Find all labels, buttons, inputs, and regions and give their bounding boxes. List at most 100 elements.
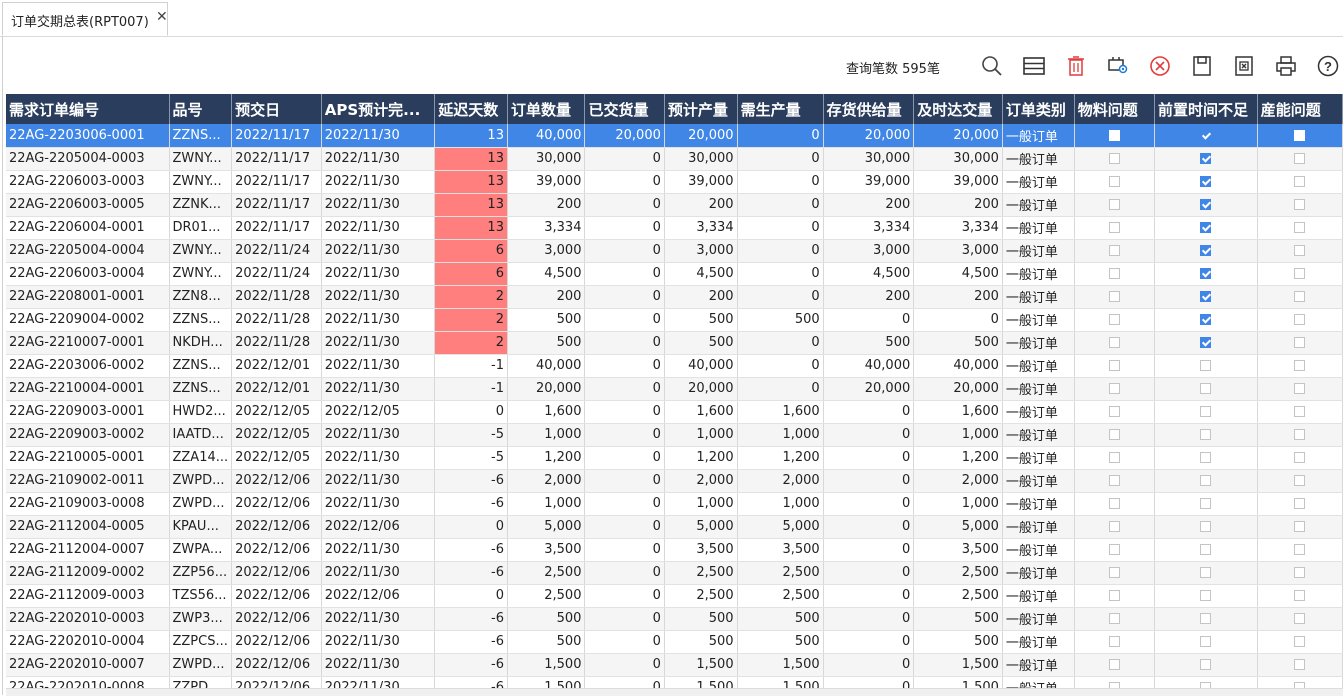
material-issue-checkbox[interactable]	[1108, 452, 1120, 463]
capacity-checkbox[interactable]	[1294, 129, 1306, 141]
table-row[interactable]: 22AG-2206003-0005 ZZNK... 2022/11/17 2022/1…	[6, 193, 1343, 217]
material-issue-checkbox[interactable]	[1108, 337, 1120, 348]
table-row[interactable]: 22AG-2210005-0001 ZZA14... 2022/12/05 2022/…	[6, 446, 1343, 470]
column-header[interactable]: 品号	[169, 94, 233, 124]
column-header[interactable]: 预计产量	[664, 94, 738, 124]
capacity-checkbox[interactable]	[1294, 521, 1306, 532]
column-header[interactable]: 産能问题	[1257, 94, 1343, 124]
material-issue-checkbox[interactable]	[1108, 406, 1120, 417]
table-row[interactable]: 22AG-2112009-0003 TZS56... 2022/12/06 2022/…	[6, 584, 1343, 608]
capacity-checkbox[interactable]	[1294, 199, 1306, 210]
leadtime-checkbox[interactable]	[1200, 222, 1212, 233]
capacity-checkbox[interactable]	[1294, 452, 1306, 463]
column-header[interactable]: 物料问题	[1074, 94, 1156, 124]
material-issue-checkbox[interactable]	[1108, 383, 1120, 394]
capacity-checkbox[interactable]	[1294, 498, 1306, 509]
leadtime-checkbox[interactable]	[1200, 567, 1212, 578]
column-header[interactable]: 已交货量	[584, 94, 665, 124]
capacity-checkbox[interactable]	[1294, 659, 1306, 670]
material-issue-checkbox[interactable]	[1108, 245, 1120, 256]
table-row[interactable]: 22AG-2112004-0007 ZWPA... 2022/12/06 2022/1…	[6, 538, 1343, 562]
table-row[interactable]: 22AG-2202010-0003 ZWP3... 2022/12/06 2022/1…	[6, 607, 1343, 631]
help-icon[interactable]: ?	[1316, 54, 1340, 78]
leadtime-checkbox[interactable]	[1200, 475, 1212, 486]
table-row[interactable]: 22AG-2206004-0001 DR01... 2022/11/17 2022/1…	[6, 216, 1343, 240]
material-issue-checkbox[interactable]	[1108, 521, 1120, 532]
leadtime-checkbox[interactable]	[1200, 613, 1212, 624]
column-header[interactable]: 延迟天数	[434, 94, 508, 124]
table-row[interactable]: 22AG-2209004-0002 ZZNS... 2022/11/28 2022/1…	[6, 308, 1343, 332]
table-row[interactable]: 22AG-2203006-0002 ZZNS... 2022/12/01 2022/1…	[6, 354, 1343, 378]
table-row[interactable]: 22AG-2202010-0008 ZZPD... 2022/12/06 2022/1…	[6, 676, 1343, 688]
material-issue-checkbox[interactable]	[1108, 291, 1120, 302]
material-issue-checkbox[interactable]	[1108, 475, 1120, 486]
column-header[interactable]: 订单数量	[507, 94, 586, 124]
capacity-checkbox[interactable]	[1294, 245, 1306, 256]
leadtime-checkbox[interactable]	[1200, 521, 1212, 532]
material-issue-checkbox[interactable]	[1108, 199, 1120, 210]
leadtime-checkbox[interactable]	[1200, 268, 1212, 279]
save-icon[interactable]	[1190, 54, 1214, 78]
capacity-checkbox[interactable]	[1294, 567, 1306, 578]
leadtime-checkbox[interactable]	[1200, 291, 1212, 302]
table-row[interactable]: 22AG-2202010-0004 ZZPCS... 2022/12/06 2022/…	[6, 630, 1343, 654]
search-icon[interactable]	[980, 54, 1004, 78]
material-issue-checkbox[interactable]	[1108, 544, 1120, 555]
capacity-checkbox[interactable]	[1294, 337, 1306, 348]
leadtime-checkbox[interactable]	[1200, 452, 1212, 463]
material-issue-checkbox[interactable]	[1108, 176, 1120, 187]
capacity-checkbox[interactable]	[1294, 291, 1306, 302]
column-header[interactable]: 需求订单编号	[6, 94, 170, 124]
leadtime-checkbox[interactable]	[1200, 636, 1212, 647]
column-header[interactable]: 预交日	[231, 94, 322, 124]
table-row[interactable]: 22AG-2206003-0004 ZWNY... 2022/11/24 2022/1…	[6, 262, 1343, 286]
material-issue-checkbox[interactable]	[1108, 360, 1120, 371]
leadtime-checkbox[interactable]	[1200, 199, 1212, 210]
table-row[interactable]: 22AG-2208001-0001 ZZN8... 2022/11/28 2022/1…	[6, 285, 1343, 309]
leadtime-checkbox[interactable]	[1200, 245, 1212, 256]
capacity-checkbox[interactable]	[1294, 222, 1306, 233]
leadtime-checkbox[interactable]	[1200, 337, 1212, 348]
leadtime-checkbox[interactable]	[1200, 360, 1212, 371]
leadtime-checkbox[interactable]	[1200, 383, 1212, 394]
table-row[interactable]: 22AG-2109002-0011 ZWPD... 2022/12/06 2022/1…	[6, 469, 1343, 493]
material-issue-checkbox[interactable]	[1108, 636, 1120, 647]
material-issue-checkbox[interactable]	[1108, 567, 1120, 578]
column-header[interactable]: 前置时间不足	[1154, 94, 1258, 124]
capacity-checkbox[interactable]	[1294, 153, 1306, 164]
table-row[interactable]: 22AG-2209003-0002 IAATD... 2022/12/05 2022/…	[6, 423, 1343, 447]
capacity-checkbox[interactable]	[1294, 636, 1306, 647]
config-icon[interactable]	[1106, 54, 1130, 78]
table-row[interactable]: 22AG-2205004-0004 ZWNY... 2022/11/24 2022/1…	[6, 239, 1343, 263]
capacity-checkbox[interactable]	[1294, 613, 1306, 624]
capacity-checkbox[interactable]	[1294, 406, 1306, 417]
capacity-checkbox[interactable]	[1294, 544, 1306, 555]
leadtime-checkbox[interactable]	[1200, 429, 1212, 440]
capacity-checkbox[interactable]	[1294, 383, 1306, 394]
capacity-checkbox[interactable]	[1294, 360, 1306, 371]
table-row[interactable]: 22AG-2206003-0003 ZWNY... 2022/11/17 2022/1…	[6, 170, 1343, 194]
export-icon[interactable]	[1232, 54, 1256, 78]
leadtime-checkbox[interactable]	[1200, 153, 1212, 164]
close-icon[interactable]: ✕	[156, 9, 168, 25]
table-row[interactable]: 22AG-2109003-0008 ZWPD... 2022/12/06 2022/1…	[6, 492, 1343, 516]
leadtime-checkbox[interactable]	[1200, 544, 1212, 555]
material-issue-checkbox[interactable]	[1108, 498, 1120, 509]
leadtime-checkbox[interactable]	[1200, 176, 1212, 187]
column-header[interactable]: 存货供给量	[823, 94, 915, 124]
capacity-checkbox[interactable]	[1294, 590, 1306, 601]
print-icon[interactable]	[1274, 54, 1298, 78]
material-issue-checkbox[interactable]	[1108, 429, 1120, 440]
material-issue-checkbox[interactable]	[1108, 268, 1120, 279]
capacity-checkbox[interactable]	[1294, 475, 1306, 486]
table-row[interactable]: 22AG-2203006-0001 ZZNS... 2022/11/17 2022/1…	[6, 124, 1343, 148]
table-row[interactable]: 22AG-2205004-0003 ZWNY... 2022/11/17 2022/1…	[6, 147, 1343, 171]
material-issue-checkbox[interactable]	[1108, 314, 1120, 325]
table-row[interactable]: 22AG-2112004-0005 KPAU... 2022/12/06 2022/1…	[6, 515, 1343, 539]
delete-icon[interactable]	[1064, 54, 1088, 78]
table-row[interactable]: 22AG-2202010-0007 ZWPD... 2022/12/06 2022/1…	[6, 653, 1343, 677]
table-row[interactable]: 22AG-2210004-0001 ZZNS... 2022/12/01 2022/1…	[6, 377, 1343, 401]
column-header[interactable]: 需生产量	[737, 94, 824, 124]
leadtime-checkbox[interactable]	[1200, 314, 1212, 325]
column-header[interactable]: 及时达交量	[913, 94, 1003, 124]
